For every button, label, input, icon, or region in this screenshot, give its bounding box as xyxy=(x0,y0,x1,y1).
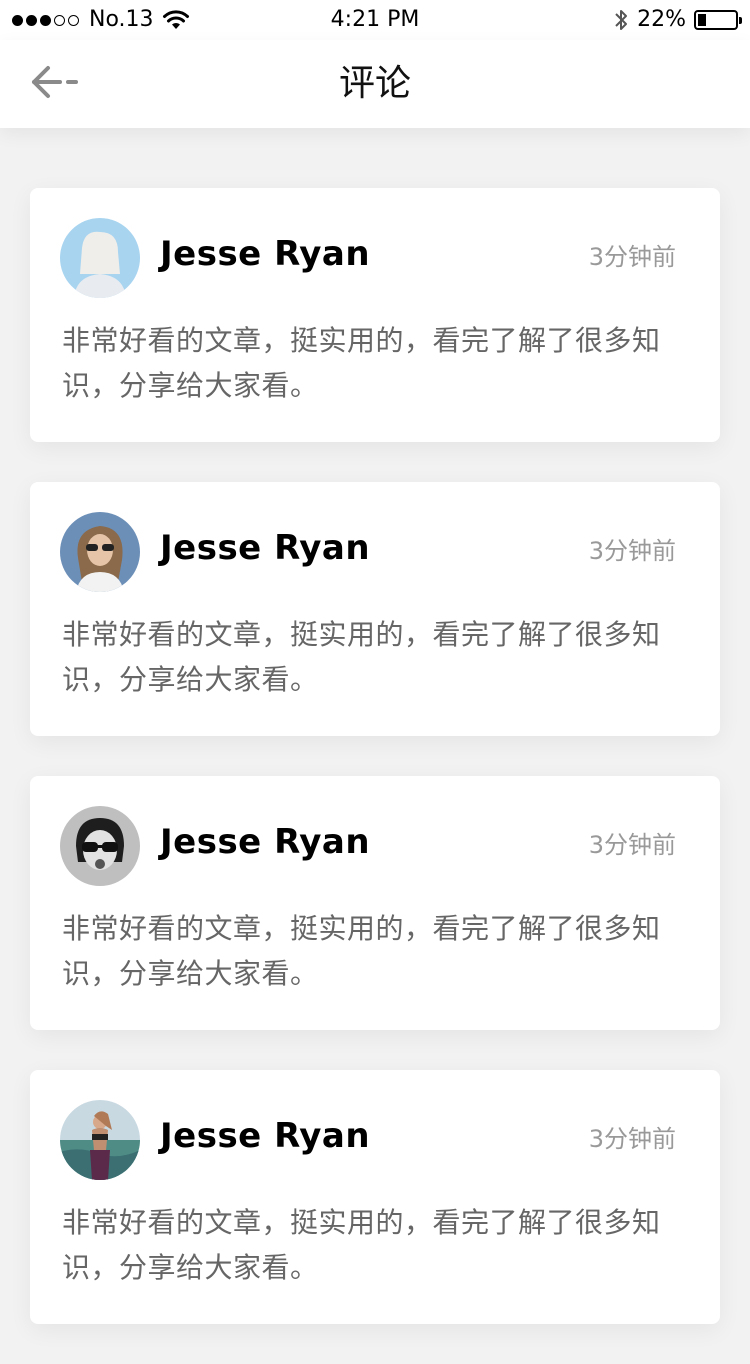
avatar[interactable] xyxy=(60,512,140,592)
comment-card[interactable]: Jesse Ryan 3分钟前 非常好看的文章，挺实用的，看完了解了很多知识，分… xyxy=(30,188,720,442)
comment-time: 3分钟前 xyxy=(588,537,676,565)
comment-time: 3分钟前 xyxy=(588,243,676,271)
comment-card[interactable]: Jesse Ryan 3分钟前 非常好看的文章，挺实用的，看完了解了很多知识，分… xyxy=(30,482,720,736)
page-title: 评论 xyxy=(338,63,411,104)
username[interactable]: Jesse Ryan xyxy=(160,232,370,276)
nav-bar: 评论 xyxy=(0,40,750,128)
comment-card[interactable]: Jesse Ryan 3分钟前 非常好看的文章，挺实用的，看完了解了很多知识，分… xyxy=(30,1070,720,1324)
comment-card[interactable]: Jesse Ryan 3分钟前 非常好看的文章，挺实用的，看完了解了很多知识，分… xyxy=(30,776,720,1030)
comment-text: 非常好看的文章，挺实用的，看完了解了很多知识，分享给大家看。 xyxy=(62,324,661,402)
username[interactable]: Jesse Ryan xyxy=(160,526,370,570)
status-bar-right: 22% xyxy=(613,6,742,34)
comment-text: 非常好看的文章，挺实用的，看完了解了很多知识，分享给大家看。 xyxy=(62,912,661,990)
username[interactable]: Jesse Ryan xyxy=(160,1114,370,1158)
comment-time: 3分钟前 xyxy=(588,831,676,859)
battery-icon xyxy=(694,10,742,30)
comment-text: 非常好看的文章，挺实用的，看完了解了很多知识，分享给大家看。 xyxy=(62,1206,661,1284)
status-bar: No.13 4:21 PM 22% xyxy=(0,0,750,40)
comment-text: 非常好看的文章，挺实用的，看完了解了很多知识，分享给大家看。 xyxy=(62,618,661,696)
username[interactable]: Jesse Ryan xyxy=(160,820,370,864)
bluetooth-icon xyxy=(613,7,629,33)
avatar[interactable] xyxy=(60,218,140,298)
avatar[interactable] xyxy=(60,806,140,886)
avatar[interactable] xyxy=(60,1100,140,1180)
comment-time: 3分钟前 xyxy=(588,1125,676,1153)
comment-list: Jesse Ryan 3分钟前 非常好看的文章，挺实用的，看完了解了很多知识，分… xyxy=(30,188,720,1364)
battery-percent: 22% xyxy=(637,7,686,32)
